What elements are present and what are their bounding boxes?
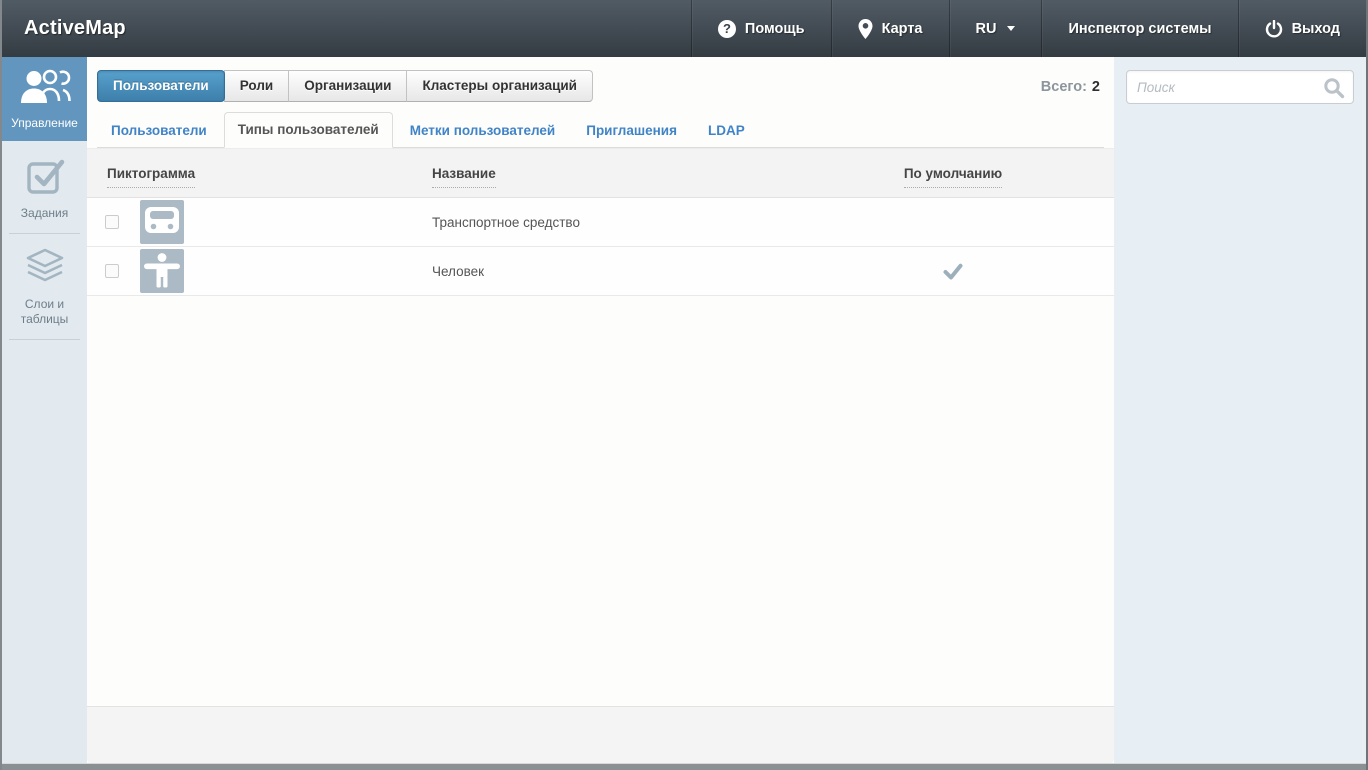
default-cell [792, 263, 1114, 280]
table-row[interactable]: Человек [87, 247, 1114, 296]
total-label: Всего: [1040, 79, 1087, 95]
column-header-pictogram[interactable]: Пиктограмма [87, 165, 430, 188]
total-counter: Всего: 2 [1041, 70, 1102, 95]
top-menu: ? Помощь Карта RU Инспектор системы Выхо… [690, 0, 1366, 57]
table-header-row: Пиктограмма Название По умолчанию [87, 148, 1114, 198]
sidebar-item-layers[interactable]: Слои и таблицы [2, 234, 87, 339]
help-label: Помощь [744, 20, 805, 37]
app-window: ActiveMap ? Помощь Карта RU Инспектор си… [0, 0, 1368, 770]
help-icon: ? [717, 19, 736, 38]
person-icon [140, 249, 184, 293]
main-tabs-row: Пользователи Роли Организации Кластеры о… [87, 57, 1114, 102]
search-box [1126, 70, 1354, 104]
tab-users[interactable]: Пользователи [97, 70, 225, 102]
main-tab-group: Пользователи Роли Организации Кластеры о… [97, 70, 593, 102]
current-user-label[interactable]: Инспектор системы [1041, 0, 1237, 57]
brand-logo: ActiveMap [24, 17, 126, 39]
tab-roles[interactable]: Роли [223, 70, 290, 102]
subtab-user-types[interactable]: Типы пользователей [223, 112, 393, 148]
column-header-default[interactable]: По умолчанию [792, 165, 1114, 188]
logout-label: Выход [1291, 20, 1340, 37]
map-menu-item[interactable]: Карта [830, 0, 949, 57]
subtab-invitations[interactable]: Приглашения [572, 113, 691, 148]
sidebar-item-label: Слои и таблицы [20, 297, 69, 326]
map-label: Карта [881, 20, 923, 37]
users-group-icon [19, 66, 71, 106]
table-row[interactable]: Транспортное средство [87, 198, 1114, 247]
language-dropdown[interactable]: RU [948, 0, 1042, 57]
sidebar-divider [9, 339, 80, 340]
tab-org-clusters[interactable]: Кластеры организаций [406, 70, 593, 102]
right-panel [1114, 57, 1366, 763]
checkbox-check-icon [24, 154, 66, 196]
sidebar-item-label: Управление [11, 116, 78, 130]
default-check-icon [943, 263, 963, 280]
panel-footer [87, 706, 1114, 763]
column-header-name[interactable]: Название [430, 165, 792, 188]
tab-organizations[interactable]: Организации [288, 70, 408, 102]
search-icon [1323, 77, 1345, 104]
map-pin-icon [858, 18, 873, 39]
user-type-name: Транспортное средство [432, 214, 580, 230]
top-bar: ActiveMap ? Помощь Карта RU Инспектор си… [2, 0, 1366, 57]
layers-icon [23, 247, 67, 287]
main-panel: Пользователи Роли Организации Кластеры о… [87, 57, 1114, 763]
caret-down-icon [1007, 26, 1016, 31]
user-type-name: Человек [432, 263, 485, 279]
logout-menu-item[interactable]: Выход [1237, 0, 1366, 57]
power-icon [1265, 19, 1283, 38]
search-input[interactable] [1126, 70, 1354, 104]
bottom-window-edge [2, 763, 1366, 770]
total-value: 2 [1091, 79, 1100, 95]
sidebar: Управление Задания Слои и таблицы [2, 57, 87, 763]
user-types-table: Пиктограмма Название По умолчанию Трансп… [87, 148, 1114, 296]
sidebar-item-management[interactable]: Управление [2, 57, 87, 141]
vehicle-icon [140, 200, 184, 244]
row-select-checkbox[interactable] [105, 215, 119, 229]
sub-tabs: Пользователи Типы пользователей Метки по… [97, 112, 1104, 148]
subtab-users[interactable]: Пользователи [97, 113, 221, 148]
help-menu-item[interactable]: ? Помощь [690, 0, 831, 57]
subtab-ldap[interactable]: LDAP [694, 113, 759, 148]
subtab-user-labels[interactable]: Метки пользователей [396, 113, 570, 148]
sidebar-item-tasks[interactable]: Задания [2, 141, 87, 233]
row-select-checkbox[interactable] [105, 264, 119, 278]
sidebar-item-label: Задания [20, 206, 69, 220]
language-label: RU [975, 20, 997, 37]
